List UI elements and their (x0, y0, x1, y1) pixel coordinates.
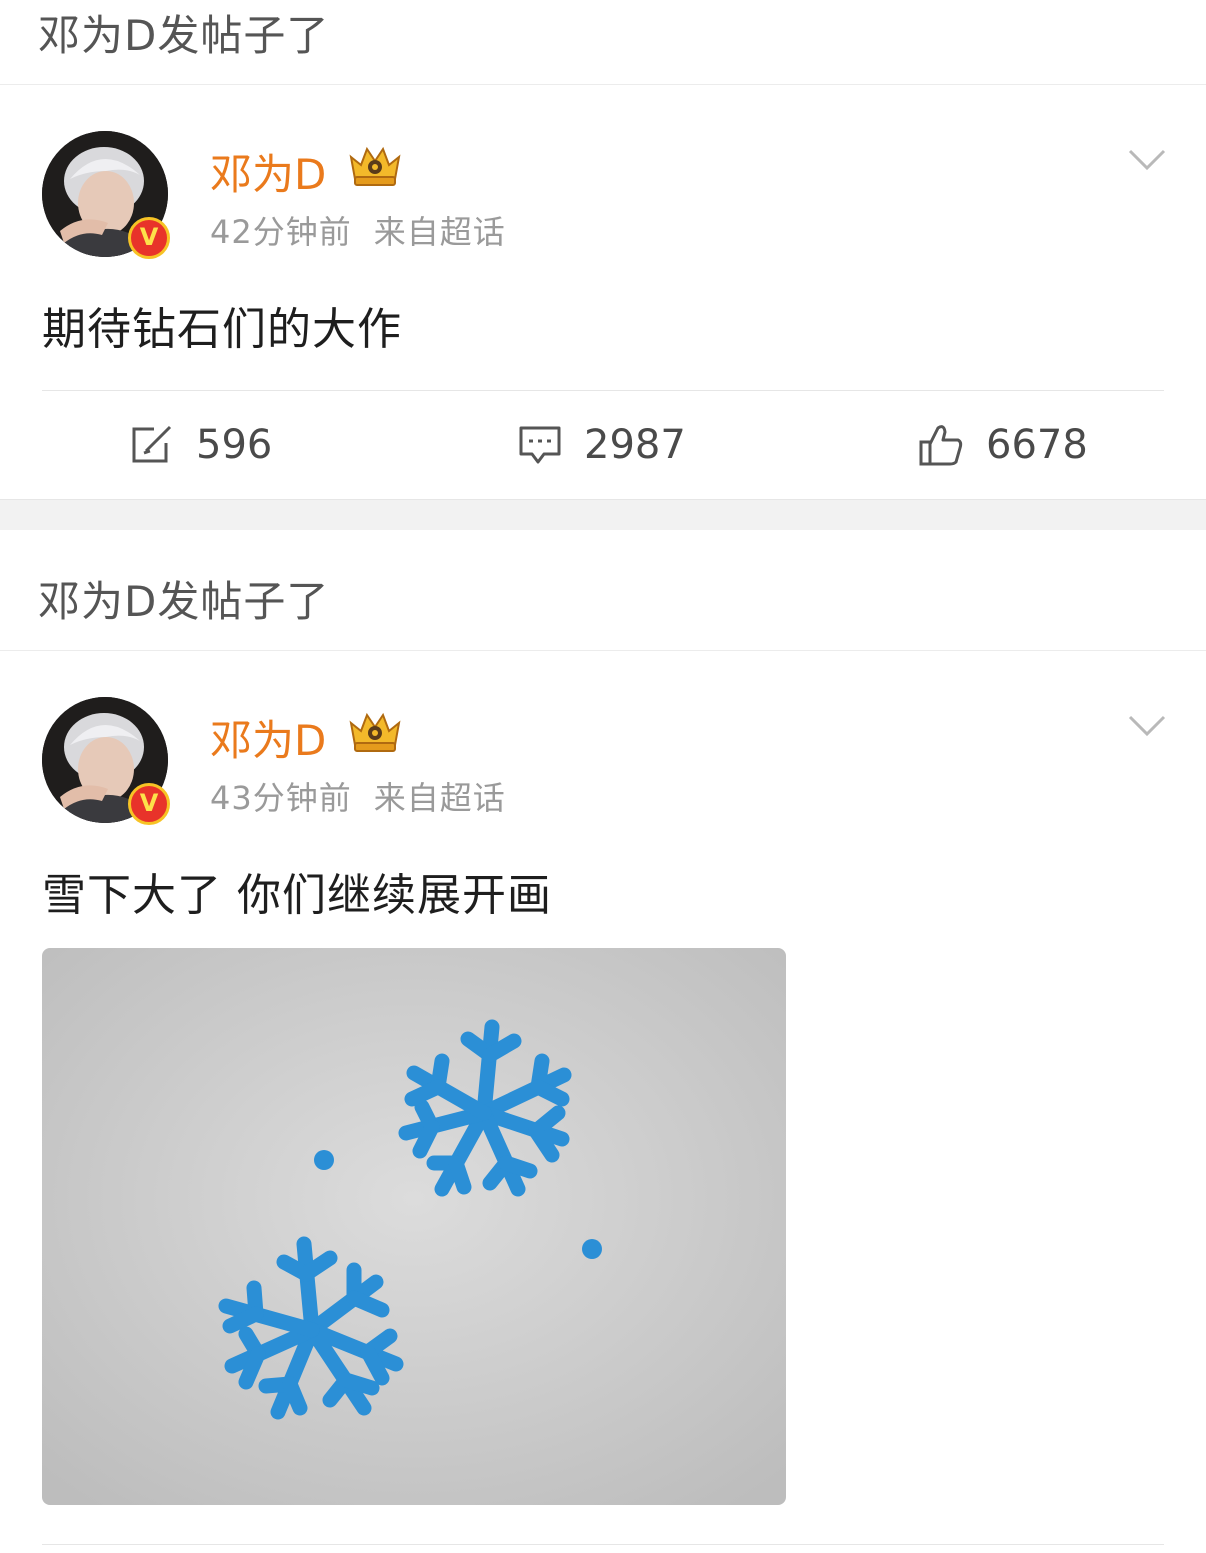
feed-separator (0, 499, 1206, 530)
like-button[interactable]: 6678 (918, 415, 1088, 475)
post-time: 43分钟前 (210, 779, 352, 817)
post-image[interactable] (42, 948, 786, 1505)
post-time: 42分钟前 (210, 213, 352, 251)
post-source[interactable]: 来自超话 (374, 213, 506, 251)
crown-level-icon (349, 712, 401, 752)
author-name[interactable]: 邓为D (210, 707, 326, 768)
post-text: 雪下大了 你们继续展开画 (42, 870, 552, 921)
section-header-text: 邓为D发帖子了 (38, 11, 330, 60)
repost-button[interactable]: 596 (130, 415, 272, 475)
post-section-header: 邓为D发帖子了 (0, 530, 1206, 651)
chevron-down-icon[interactable] (1128, 715, 1166, 737)
repost-icon (132, 425, 172, 463)
post-section-header: 邓为D发帖子了 (0, 0, 1206, 85)
post-text: 期待钻石们的大作 (42, 304, 402, 355)
author-name[interactable]: 邓为D (210, 141, 326, 202)
post-divider (42, 1544, 1164, 1545)
chevron-down-icon[interactable] (1128, 149, 1166, 171)
verified-badge-icon: V (128, 217, 170, 259)
post-divider (42, 390, 1164, 391)
post-card[interactable]: V 邓为D 43分钟前 来自超话 雪下大了 你们继续展开画 (0, 651, 1206, 1553)
section-header-text: 邓为D发帖子了 (38, 577, 330, 626)
post-card[interactable]: V 邓为D 42分钟前 来自超话 期待钻石们的大作 596 2987 6678 (0, 85, 1206, 499)
comment-count: 2987 (584, 422, 686, 468)
post-source[interactable]: 来自超话 (374, 779, 506, 817)
thumbs-up-icon (919, 425, 963, 466)
post-meta: 43分钟前 来自超话 (210, 773, 506, 819)
comment-button[interactable]: 2987 (518, 415, 686, 475)
crown-level-icon (349, 146, 401, 186)
snowflake-drawing-image (42, 948, 786, 1505)
comment-icon (519, 426, 561, 464)
like-count: 6678 (986, 422, 1088, 468)
repost-count: 596 (196, 422, 273, 468)
verified-badge-icon: V (128, 783, 170, 825)
post-meta: 42分钟前 来自超话 (210, 207, 506, 253)
